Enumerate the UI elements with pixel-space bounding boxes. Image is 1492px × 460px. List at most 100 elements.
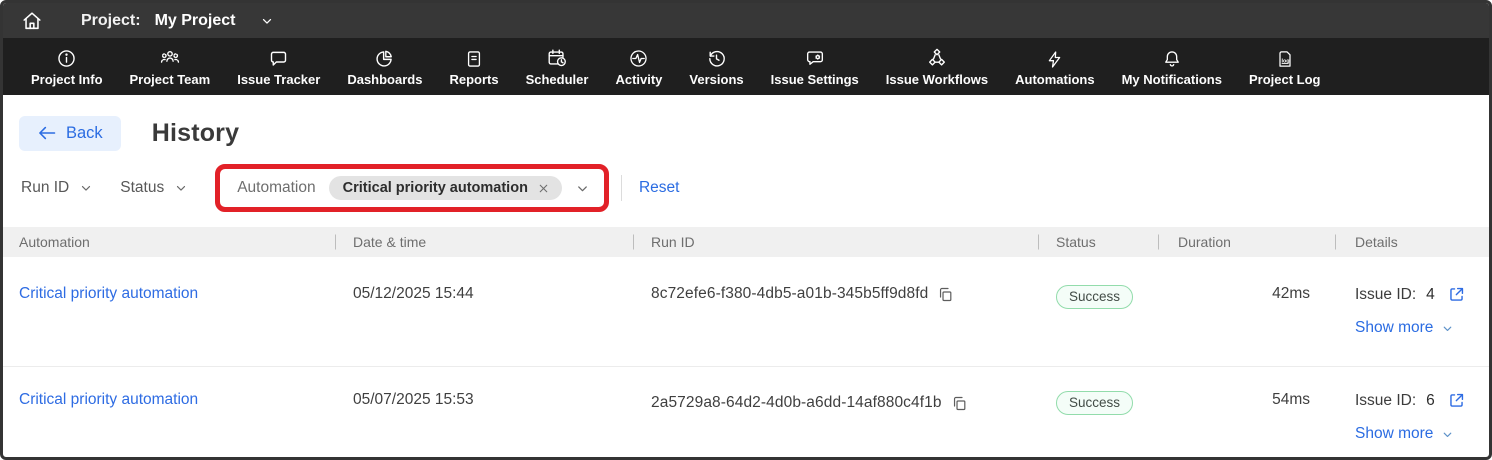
remove-chip-icon[interactable] [537, 182, 550, 195]
nav-item-label: Issue Tracker [237, 72, 320, 87]
project-label: Project: [81, 12, 141, 30]
nav-item-activity[interactable]: Activity [615, 47, 662, 87]
run-id-filter[interactable]: Run ID [21, 179, 93, 197]
top-bar: Project: My Project [3, 3, 1489, 38]
table-row: Critical priority automation 05/12/2025 … [3, 257, 1489, 367]
show-more-link[interactable]: Show more [1355, 319, 1489, 337]
pie-chart-icon [374, 47, 395, 69]
status-badge: Success [1056, 285, 1133, 309]
nav-item-dashboards[interactable]: Dashboards [347, 47, 422, 87]
automation-filter-dropdown[interactable] [575, 181, 590, 196]
issue-id-value: 6 [1426, 392, 1435, 410]
filter-bar: Run ID Status Automation Critical priori… [3, 158, 1489, 218]
app-window: Project: My Project Project Info Project… [0, 0, 1492, 460]
home-icon [21, 10, 43, 32]
nav-item-label: Reports [449, 72, 498, 87]
run-datetime: 05/07/2025 15:53 [335, 367, 633, 460]
table-row: Critical priority automation 05/07/2025 … [3, 367, 1489, 460]
chevron-down-icon [79, 181, 93, 195]
document-icon [464, 47, 484, 69]
info-icon [56, 47, 77, 69]
history-icon [706, 47, 727, 69]
chevron-down-icon [575, 181, 590, 196]
lightning-icon [1045, 47, 1064, 69]
nav-item-label: My Notifications [1122, 72, 1222, 87]
table-header: Automation Date & time Run ID Status Dur… [3, 227, 1489, 257]
nav-item-label: Issue Settings [771, 72, 859, 87]
nav-item-label: Automations [1015, 72, 1094, 87]
automation-filter-annotation: Automation Critical priority automation [215, 164, 609, 212]
filter-divider [621, 175, 622, 201]
open-issue-button[interactable] [1447, 285, 1466, 304]
nav-item-versions[interactable]: Versions [689, 47, 743, 87]
column-header-status: Status [1038, 234, 1158, 250]
run-id-value: 8c72efe6-f380-4db5-a01b-345b5ff9d8fd [651, 285, 928, 303]
log-document-icon: log [1275, 47, 1295, 69]
nav-item-project-log[interactable]: log Project Log [1249, 47, 1321, 87]
column-header-run-id: Run ID [633, 234, 1038, 250]
chat-bubble-icon [268, 47, 289, 69]
pulse-icon [628, 47, 649, 69]
nav-item-project-info[interactable]: Project Info [31, 47, 103, 87]
nav-item-label: Issue Workflows [886, 72, 988, 87]
nav-item-issue-tracker[interactable]: Issue Tracker [237, 47, 320, 87]
project-name: My Project [155, 12, 236, 30]
show-more-label: Show more [1355, 425, 1433, 443]
run-id-value: 2a5729a8-64d2-4d0b-a6dd-14af880c4f1b [651, 394, 942, 412]
copy-icon[interactable] [951, 395, 968, 412]
issue-id-value: 4 [1426, 286, 1435, 304]
nav-item-project-team[interactable]: Project Team [130, 47, 211, 87]
nav-item-reports[interactable]: Reports [449, 47, 498, 87]
nav-item-label: Dashboards [347, 72, 422, 87]
nav-item-scheduler[interactable]: Scheduler [526, 47, 589, 87]
status-filter[interactable]: Status [120, 179, 188, 197]
chevron-down-icon [1441, 428, 1454, 441]
duration-value: 54ms [1158, 367, 1335, 460]
issue-id-label: Issue ID: [1355, 286, 1416, 304]
chevron-down-icon [174, 181, 188, 195]
nav-item-label: Activity [615, 72, 662, 87]
nav-item-issue-settings[interactable]: Issue Settings [771, 47, 859, 87]
status-badge: Success [1056, 391, 1133, 415]
page-header: Back History [3, 95, 1489, 158]
workflow-nodes-icon [926, 47, 948, 69]
run-datetime: 05/12/2025 15:44 [335, 257, 633, 366]
status-filter-label: Status [120, 179, 164, 197]
nav-item-label: Project Info [31, 72, 103, 87]
reset-filters-link[interactable]: Reset [639, 179, 680, 197]
nav-item-label: Scheduler [526, 72, 589, 87]
show-more-link[interactable]: Show more [1355, 425, 1489, 443]
column-header-automation: Automation [3, 234, 335, 250]
project-switcher[interactable] [260, 14, 274, 28]
automation-link[interactable]: Critical priority automation [3, 257, 335, 366]
automation-link[interactable]: Critical priority automation [3, 367, 335, 460]
back-button[interactable]: Back [19, 116, 121, 151]
external-link-icon [1447, 285, 1466, 304]
nav-item-my-notifications[interactable]: My Notifications [1122, 47, 1222, 87]
open-issue-button[interactable] [1447, 391, 1466, 410]
nav-item-issue-workflows[interactable]: Issue Workflows [886, 47, 988, 87]
nav-item-automations[interactable]: Automations [1015, 47, 1094, 87]
back-button-label: Back [66, 124, 103, 143]
bubble-gear-icon [804, 47, 826, 69]
duration-value: 42ms [1158, 257, 1335, 366]
chip-label: Critical priority automation [343, 180, 528, 196]
copy-icon[interactable] [937, 286, 954, 303]
chevron-down-icon [1441, 322, 1454, 335]
home-button[interactable] [17, 6, 47, 36]
issue-id-label: Issue ID: [1355, 392, 1416, 410]
calendar-clock-icon [546, 47, 568, 69]
main-nav: Project Info Project Team Issue Tracker … [3, 38, 1489, 95]
team-icon [159, 47, 181, 69]
automation-filter-chip[interactable]: Critical priority automation [329, 176, 562, 200]
bell-icon [1162, 47, 1182, 69]
automation-filter-label: Automation [237, 179, 315, 197]
show-more-label: Show more [1355, 319, 1433, 337]
run-id-filter-label: Run ID [21, 179, 69, 197]
column-header-details: Details [1335, 234, 1489, 250]
back-arrow-icon [37, 125, 57, 141]
nav-item-label: Project Log [1249, 72, 1321, 87]
nav-item-label: Versions [689, 72, 743, 87]
page-title: History [152, 119, 240, 148]
column-header-duration: Duration [1158, 234, 1335, 250]
